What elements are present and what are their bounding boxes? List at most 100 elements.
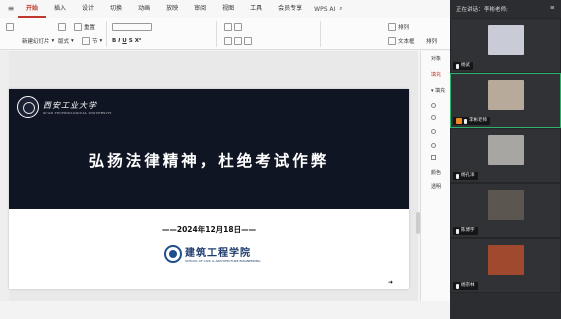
tab-member[interactable]: 会员专享: [270, 0, 310, 18]
college-emblem-icon: [164, 244, 182, 263]
participant-name: 杨武: [461, 63, 470, 68]
tab-home[interactable]: 开始: [18, 0, 47, 18]
align-center-icon[interactable]: [234, 37, 242, 45]
textbox-button[interactable]: 文本框: [388, 36, 415, 46]
panel-menu-icon[interactable]: ≡: [550, 5, 555, 11]
university-name-en: XI'AN TECHNOLOGICAL UNIVERSITY: [43, 110, 112, 115]
tab-view[interactable]: 视图: [214, 0, 242, 18]
transparency-label: 透明: [431, 184, 442, 190]
radio-icon: [431, 103, 436, 108]
participant-tile[interactable]: 杨孔洋: [450, 128, 561, 183]
new-slide-icon-button[interactable]: [58, 22, 66, 32]
italic-icon[interactable]: I: [118, 38, 120, 44]
tab-tools[interactable]: 工具: [242, 0, 270, 18]
font-family-select[interactable]: [112, 22, 152, 32]
textbox-label: 文本框: [398, 39, 415, 45]
camera-feed: [488, 25, 524, 55]
participant-tile[interactable]: 陈博宇: [450, 183, 561, 238]
strike-icon[interactable]: S: [129, 38, 133, 44]
camera-feed: [488, 80, 524, 110]
participant-tile-active[interactable]: 李彬老师: [450, 73, 561, 128]
participant-tag: 杨宗林: [453, 282, 478, 290]
fill-option-3[interactable]: [431, 129, 436, 136]
pane-title: 对象: [431, 56, 442, 62]
participant-name: 杨宗林: [461, 283, 475, 288]
align-right-icon[interactable]: [244, 37, 252, 45]
tab-fill[interactable]: 填充: [431, 71, 441, 78]
participant-name: 李彬老师: [469, 118, 487, 123]
slide-headline[interactable]: 弘扬法律精神，杜绝考试作弊: [9, 149, 409, 171]
status-bar: [0, 301, 450, 319]
tab-review[interactable]: 审阅: [186, 0, 214, 18]
fill-option-4[interactable]: [431, 143, 436, 150]
radio-icon: [431, 143, 436, 148]
fill-section-label: 填充: [435, 88, 446, 94]
college-wordmark: 建筑工程学院 SCHOOL OF CIVIL & ARCHITECTURE EN…: [185, 244, 260, 263]
list-buttons: [224, 22, 242, 32]
camera-feed: [488, 245, 524, 275]
arrange2-label: 排列: [426, 39, 438, 45]
chevron-down-icon: ▾: [51, 38, 55, 44]
participant-tag: 陈博宇: [453, 227, 478, 235]
college-name: 建筑工程学院: [185, 248, 251, 259]
ribbon-menubar: ≡ 开始 插入 设计 切换 动画 放映 审阅 视图 工具 会员专享 WPS AI…: [0, 0, 450, 18]
host-badge-icon: [456, 118, 462, 124]
screen: ≡ 开始 插入 设计 切换 动画 放映 审阅 视图 工具 会员专享 WPS AI…: [0, 0, 561, 319]
camera-feed: [488, 190, 524, 220]
tab-slideshow[interactable]: 放映: [158, 0, 186, 18]
university-wordmark: 西安工业大学 XI'AN TECHNOLOGICAL UNIVERSITY: [43, 100, 112, 115]
thumbnail-strip[interactable]: [0, 51, 9, 301]
arrange2-button[interactable]: 排列: [426, 36, 437, 46]
university-seal-icon: [17, 96, 39, 118]
arrange-label: 排列: [398, 25, 410, 31]
participant-tag: 李彬老师: [453, 117, 490, 125]
format-buttons: B I U S X²: [112, 36, 141, 46]
bullet-list-icon[interactable]: [224, 23, 232, 31]
participant-name: 陈博宇: [461, 228, 475, 233]
align-left-icon[interactable]: [224, 37, 232, 45]
new-slide-button[interactable]: 新建幻灯片 ▾: [22, 36, 54, 46]
underline-icon[interactable]: U: [122, 38, 126, 44]
search-icon[interactable]: ⌕: [339, 5, 342, 13]
divider: [216, 21, 217, 47]
menu-icon[interactable]: ≡: [4, 2, 18, 16]
font-family-box: [112, 23, 152, 31]
tab-animation[interactable]: 动画: [130, 0, 158, 18]
superscript-icon[interactable]: X²: [135, 38, 142, 44]
chevron-down-icon: ▾: [99, 38, 103, 44]
participant-tag: 杨孔洋: [453, 172, 478, 180]
layout-button[interactable]: 版式 ▾: [58, 36, 74, 46]
fill-option-5[interactable]: [431, 155, 436, 162]
wps-ai-button[interactable]: WPS AI: [314, 6, 335, 13]
mic-icon: [456, 63, 459, 69]
play-icon[interactable]: ➜: [388, 279, 393, 286]
participant-tile[interactable]: 杨武: [450, 18, 561, 73]
section-label: 节: [92, 39, 98, 45]
radio-icon: [431, 115, 436, 120]
tab-design[interactable]: 设计: [74, 0, 102, 18]
fill-option-2[interactable]: [431, 115, 436, 122]
tab-insert[interactable]: 插入: [46, 0, 74, 18]
divider: [106, 21, 107, 47]
number-list-icon[interactable]: [234, 23, 242, 31]
fill-section-header[interactable]: ▾ 填充: [431, 87, 445, 94]
college-logo: 建筑工程学院 SCHOOL OF CIVIL & ARCHITECTURE EN…: [164, 244, 260, 263]
reset-button[interactable]: 重置: [74, 22, 95, 32]
camera-feed: [488, 135, 524, 165]
radio-icon: [431, 129, 436, 134]
arrange-button[interactable]: 排列: [388, 22, 409, 32]
color-label: 颜色: [431, 170, 442, 176]
section-button[interactable]: 节 ▾: [82, 36, 102, 46]
divider: [320, 21, 321, 47]
fill-option-1[interactable]: [431, 103, 436, 110]
slide-title-band: 西安工业大学 XI'AN TECHNOLOGICAL UNIVERSITY 弘扬…: [9, 89, 409, 209]
university-name: 西安工业大学: [43, 100, 97, 110]
tab-transition[interactable]: 切换: [102, 0, 130, 18]
participant-tile[interactable]: 杨宗林: [450, 238, 561, 293]
mic-icon: [456, 283, 459, 289]
slide-date[interactable]: ——2024年12月18日——: [9, 224, 409, 235]
paste-icon: [6, 23, 14, 31]
current-slide[interactable]: 西安工业大学 XI'AN TECHNOLOGICAL UNIVERSITY 弘扬…: [9, 89, 409, 289]
paste-button[interactable]: [6, 22, 14, 32]
bold-icon[interactable]: B: [112, 38, 116, 44]
